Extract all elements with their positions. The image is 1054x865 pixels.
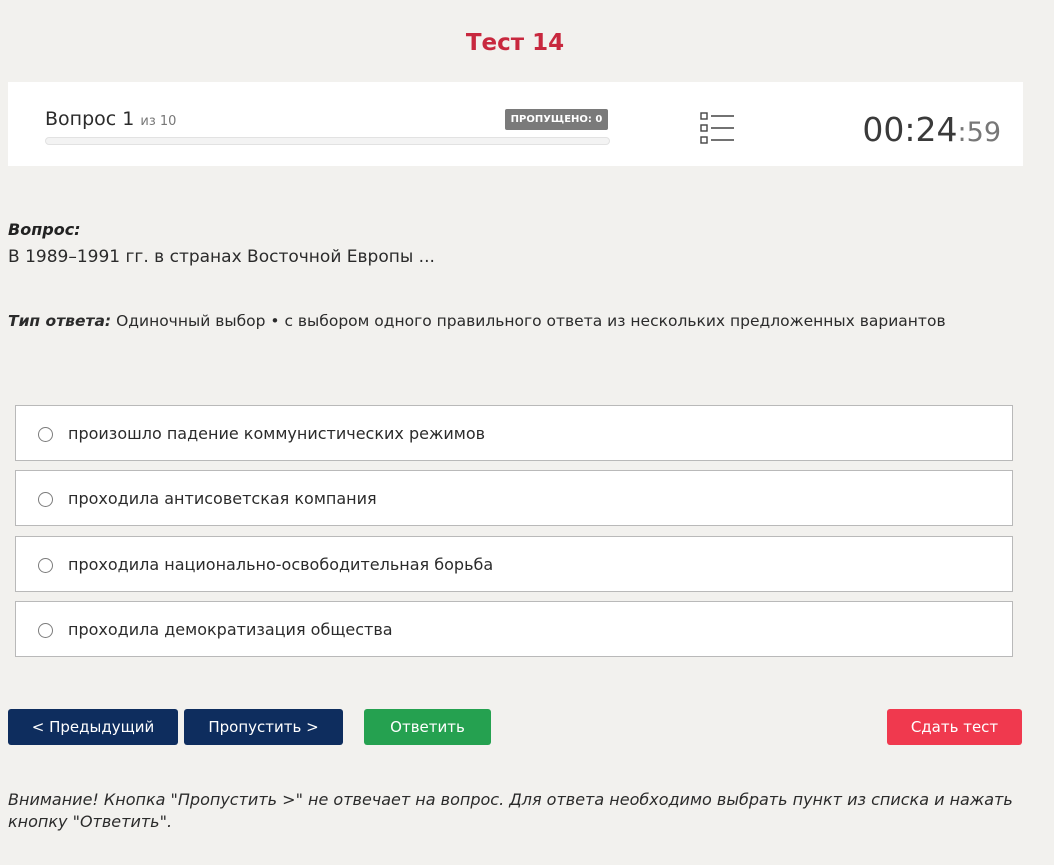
timer-seconds: 59 [966, 117, 1001, 148]
answer-option-label: произошло падение коммунистических режим… [68, 424, 486, 443]
skip-notice: Внимание! Кнопка "Пропустить >" не отвеч… [8, 790, 1013, 831]
list-icon[interactable] [700, 112, 736, 144]
submit-test-button[interactable]: Сдать тест [887, 709, 1022, 745]
radio-button[interactable] [38, 558, 53, 573]
question-text: В 1989–1991 гг. в странах Восточной Евро… [8, 247, 435, 267]
answer-option-label: проходила антисоветская компания [68, 489, 377, 508]
skipped-badge: ПРОПУЩЕНО: 0 [505, 109, 608, 130]
timer-minutes: 24 [915, 110, 958, 149]
radio-button[interactable] [38, 623, 53, 638]
answer-option[interactable]: произошло падение коммунистических режим… [15, 405, 1013, 461]
answer-option-label: проходила национально-освободительная бо… [68, 555, 494, 574]
answer-type-value: Одиночный выбор • с выбором одного прави… [116, 312, 946, 330]
answer-option[interactable]: проходила антисоветская компания [15, 470, 1013, 526]
progress-bar [45, 137, 610, 145]
answer-type: Тип ответа: Одиночный выбор • с выбором … [8, 312, 946, 330]
question-counter: Вопрос 1 из 10 [45, 108, 176, 130]
timer-hours: 00 [862, 110, 905, 149]
timer: 00:24:59 [862, 110, 1001, 149]
status-panel: Вопрос 1 из 10 ПРОПУЩЕНО: 0 00:24:59 [8, 82, 1023, 166]
answer-option[interactable]: проходила демократизация общества [15, 601, 1013, 657]
previous-button[interactable]: < Предыдущий [8, 709, 178, 745]
answer-button[interactable]: Ответить [364, 709, 491, 745]
question-number: Вопрос 1 [45, 108, 135, 130]
answer-type-label: Тип ответа: [8, 312, 112, 330]
skip-button[interactable]: Пропустить > [184, 709, 343, 745]
answer-option[interactable]: проходила национально-освободительная бо… [15, 536, 1013, 592]
radio-button[interactable] [38, 492, 53, 507]
question-total: из 10 [140, 114, 177, 129]
question-label: Вопрос: [8, 220, 81, 239]
radio-button[interactable] [38, 427, 53, 442]
page-title: Тест 14 [465, 30, 565, 56]
answer-option-label: проходила демократизация общества [68, 620, 393, 639]
